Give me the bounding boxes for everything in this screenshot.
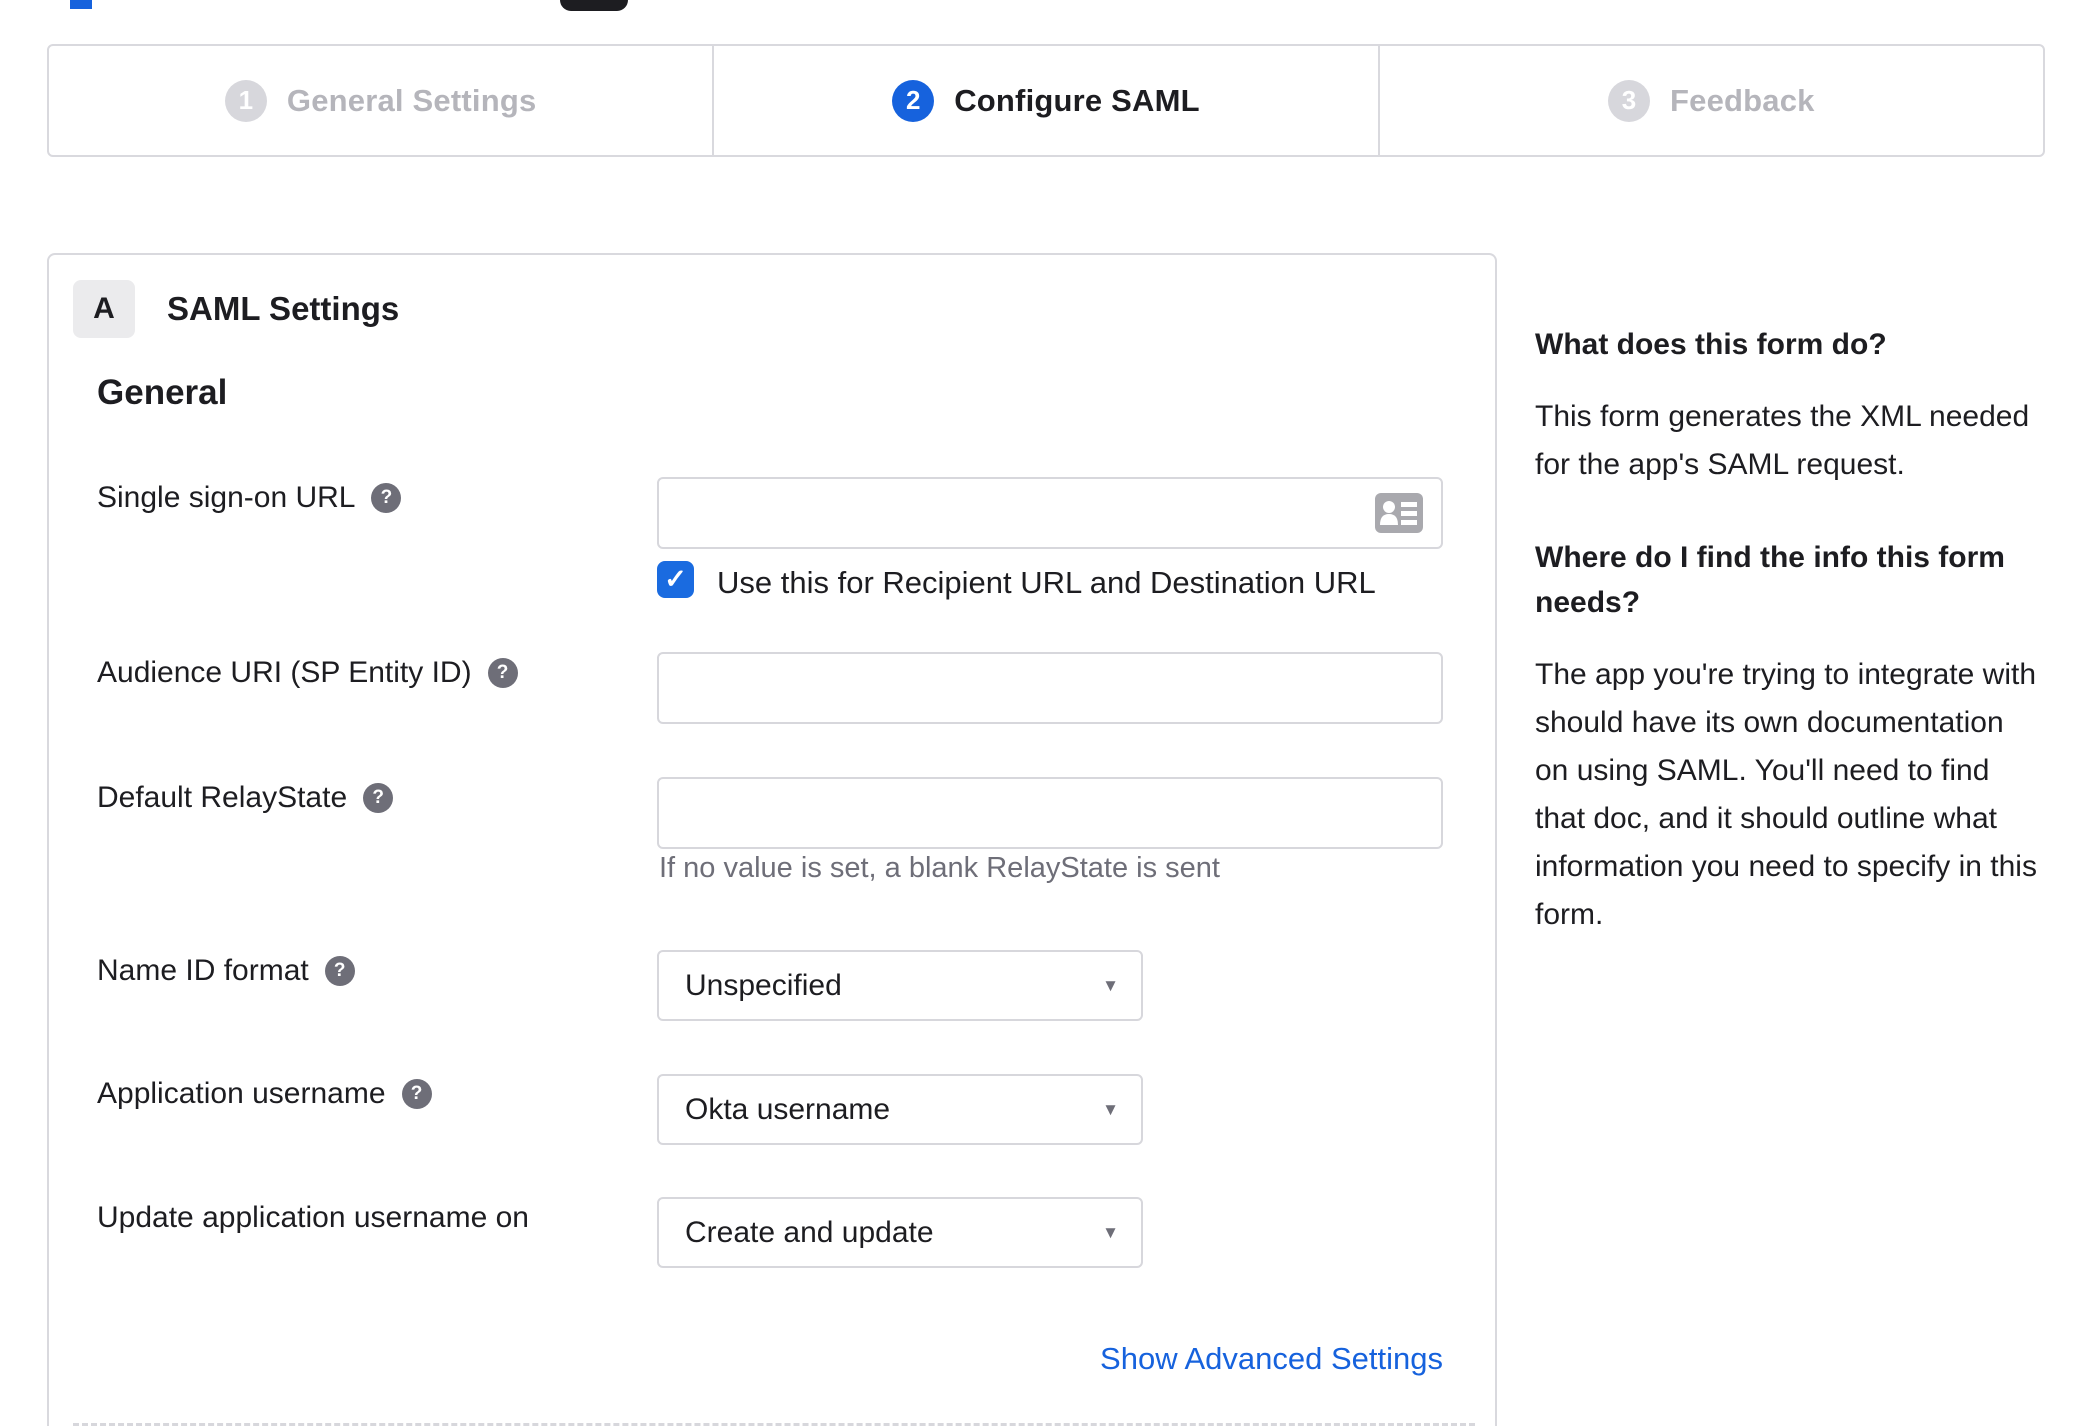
help-answer-2: The app you're trying to integrate with … [1535,658,2037,931]
contact-card-icon [1375,493,1423,533]
update-username-value: Create and update [685,1215,934,1249]
help-answer-1: This form generates the XML needed for t… [1535,400,2030,481]
app-username-label: Application username [97,1077,386,1110]
relaystate-help-icon[interactable]: ? [363,783,394,813]
name-id-format-label-row: Name ID format ? [97,954,355,988]
wizard-stepper: 1 General Settings 2 Configure SAML 3 Fe… [47,44,2045,157]
audience-uri-label: Audience URI (SP Entity ID) [97,656,472,689]
help-sidebar: What does this form do? This form genera… [1535,322,2043,985]
chevron-down-icon: ▼ [1102,1222,1119,1242]
step-1-number-badge: 1 [224,79,267,122]
help-question-2: Where do I find the info this form needs… [1535,541,2005,619]
sso-url-input[interactable] [657,477,1443,549]
sso-url-label: Single sign-on URL [97,481,356,514]
advanced-link-row: Show Advanced Settings [657,1341,1443,1377]
update-username-label: Update application username on [97,1201,529,1234]
step-2-label: Configure SAML [954,82,1200,118]
step-3-label: Feedback [1670,82,1815,118]
step-3-number-badge: 3 [1608,79,1650,122]
sso-url-label-row: Single sign-on URL ? [97,481,402,515]
relaystate-label: Default RelayState [97,781,348,814]
app-username-label-row: Application username ? [97,1077,432,1111]
step-1-label: General Settings [286,82,537,118]
app-username-select[interactable]: Okta username ▼ [657,1074,1143,1145]
recipient-url-checkbox[interactable]: ✓ [657,561,694,598]
name-id-format-label: Name ID format [97,954,309,987]
chevron-down-icon: ▼ [1102,1099,1119,1119]
relaystate-label-row: Default RelayState ? [97,781,394,815]
chevron-down-icon: ▼ [1102,975,1119,995]
relaystate-input[interactable] [657,777,1443,849]
saml-settings-panel: A SAML Settings General Single sign-on U… [47,253,1497,1426]
section-badge: A [73,280,135,338]
relaystate-hint: If no value is set, a blank RelayState i… [659,852,1220,884]
update-username-label-row: Update application username on [97,1201,529,1235]
help-question-1: What does this form do? [1535,328,1887,361]
show-advanced-settings-link[interactable]: Show Advanced Settings [1100,1341,1443,1376]
clipped-blue-element [70,0,92,9]
recipient-url-checkbox-label[interactable]: Use this for Recipient URL and Destinati… [717,565,1376,601]
clipped-dark-element [560,0,628,11]
app-username-value: Okta username [685,1092,891,1126]
name-id-format-value: Unspecified [685,968,842,1002]
name-id-format-select[interactable]: Unspecified ▼ [657,950,1143,1021]
sso-url-help-icon[interactable]: ? [371,483,402,513]
group-heading-general: General [97,373,228,412]
name-id-format-help-icon[interactable]: ? [324,956,355,986]
app-username-help-icon[interactable]: ? [401,1079,432,1109]
step-general-settings: 1 General Settings [49,46,712,155]
audience-uri-label-row: Audience URI (SP Entity ID) ? [97,656,518,690]
step-configure-saml: 2 Configure SAML [712,46,1377,155]
audience-uri-help-icon[interactable]: ? [487,658,518,688]
step-feedback: 3 Feedback [1377,46,2043,155]
audience-uri-input[interactable] [657,652,1443,724]
update-username-select[interactable]: Create and update ▼ [657,1197,1143,1268]
checkmark-icon: ✓ [664,564,687,594]
step-2-number-badge: 2 [892,79,935,122]
panel-title: SAML Settings [167,290,400,327]
configure-saml-page: 1 General Settings 2 Configure SAML 3 Fe… [0,0,2092,1426]
